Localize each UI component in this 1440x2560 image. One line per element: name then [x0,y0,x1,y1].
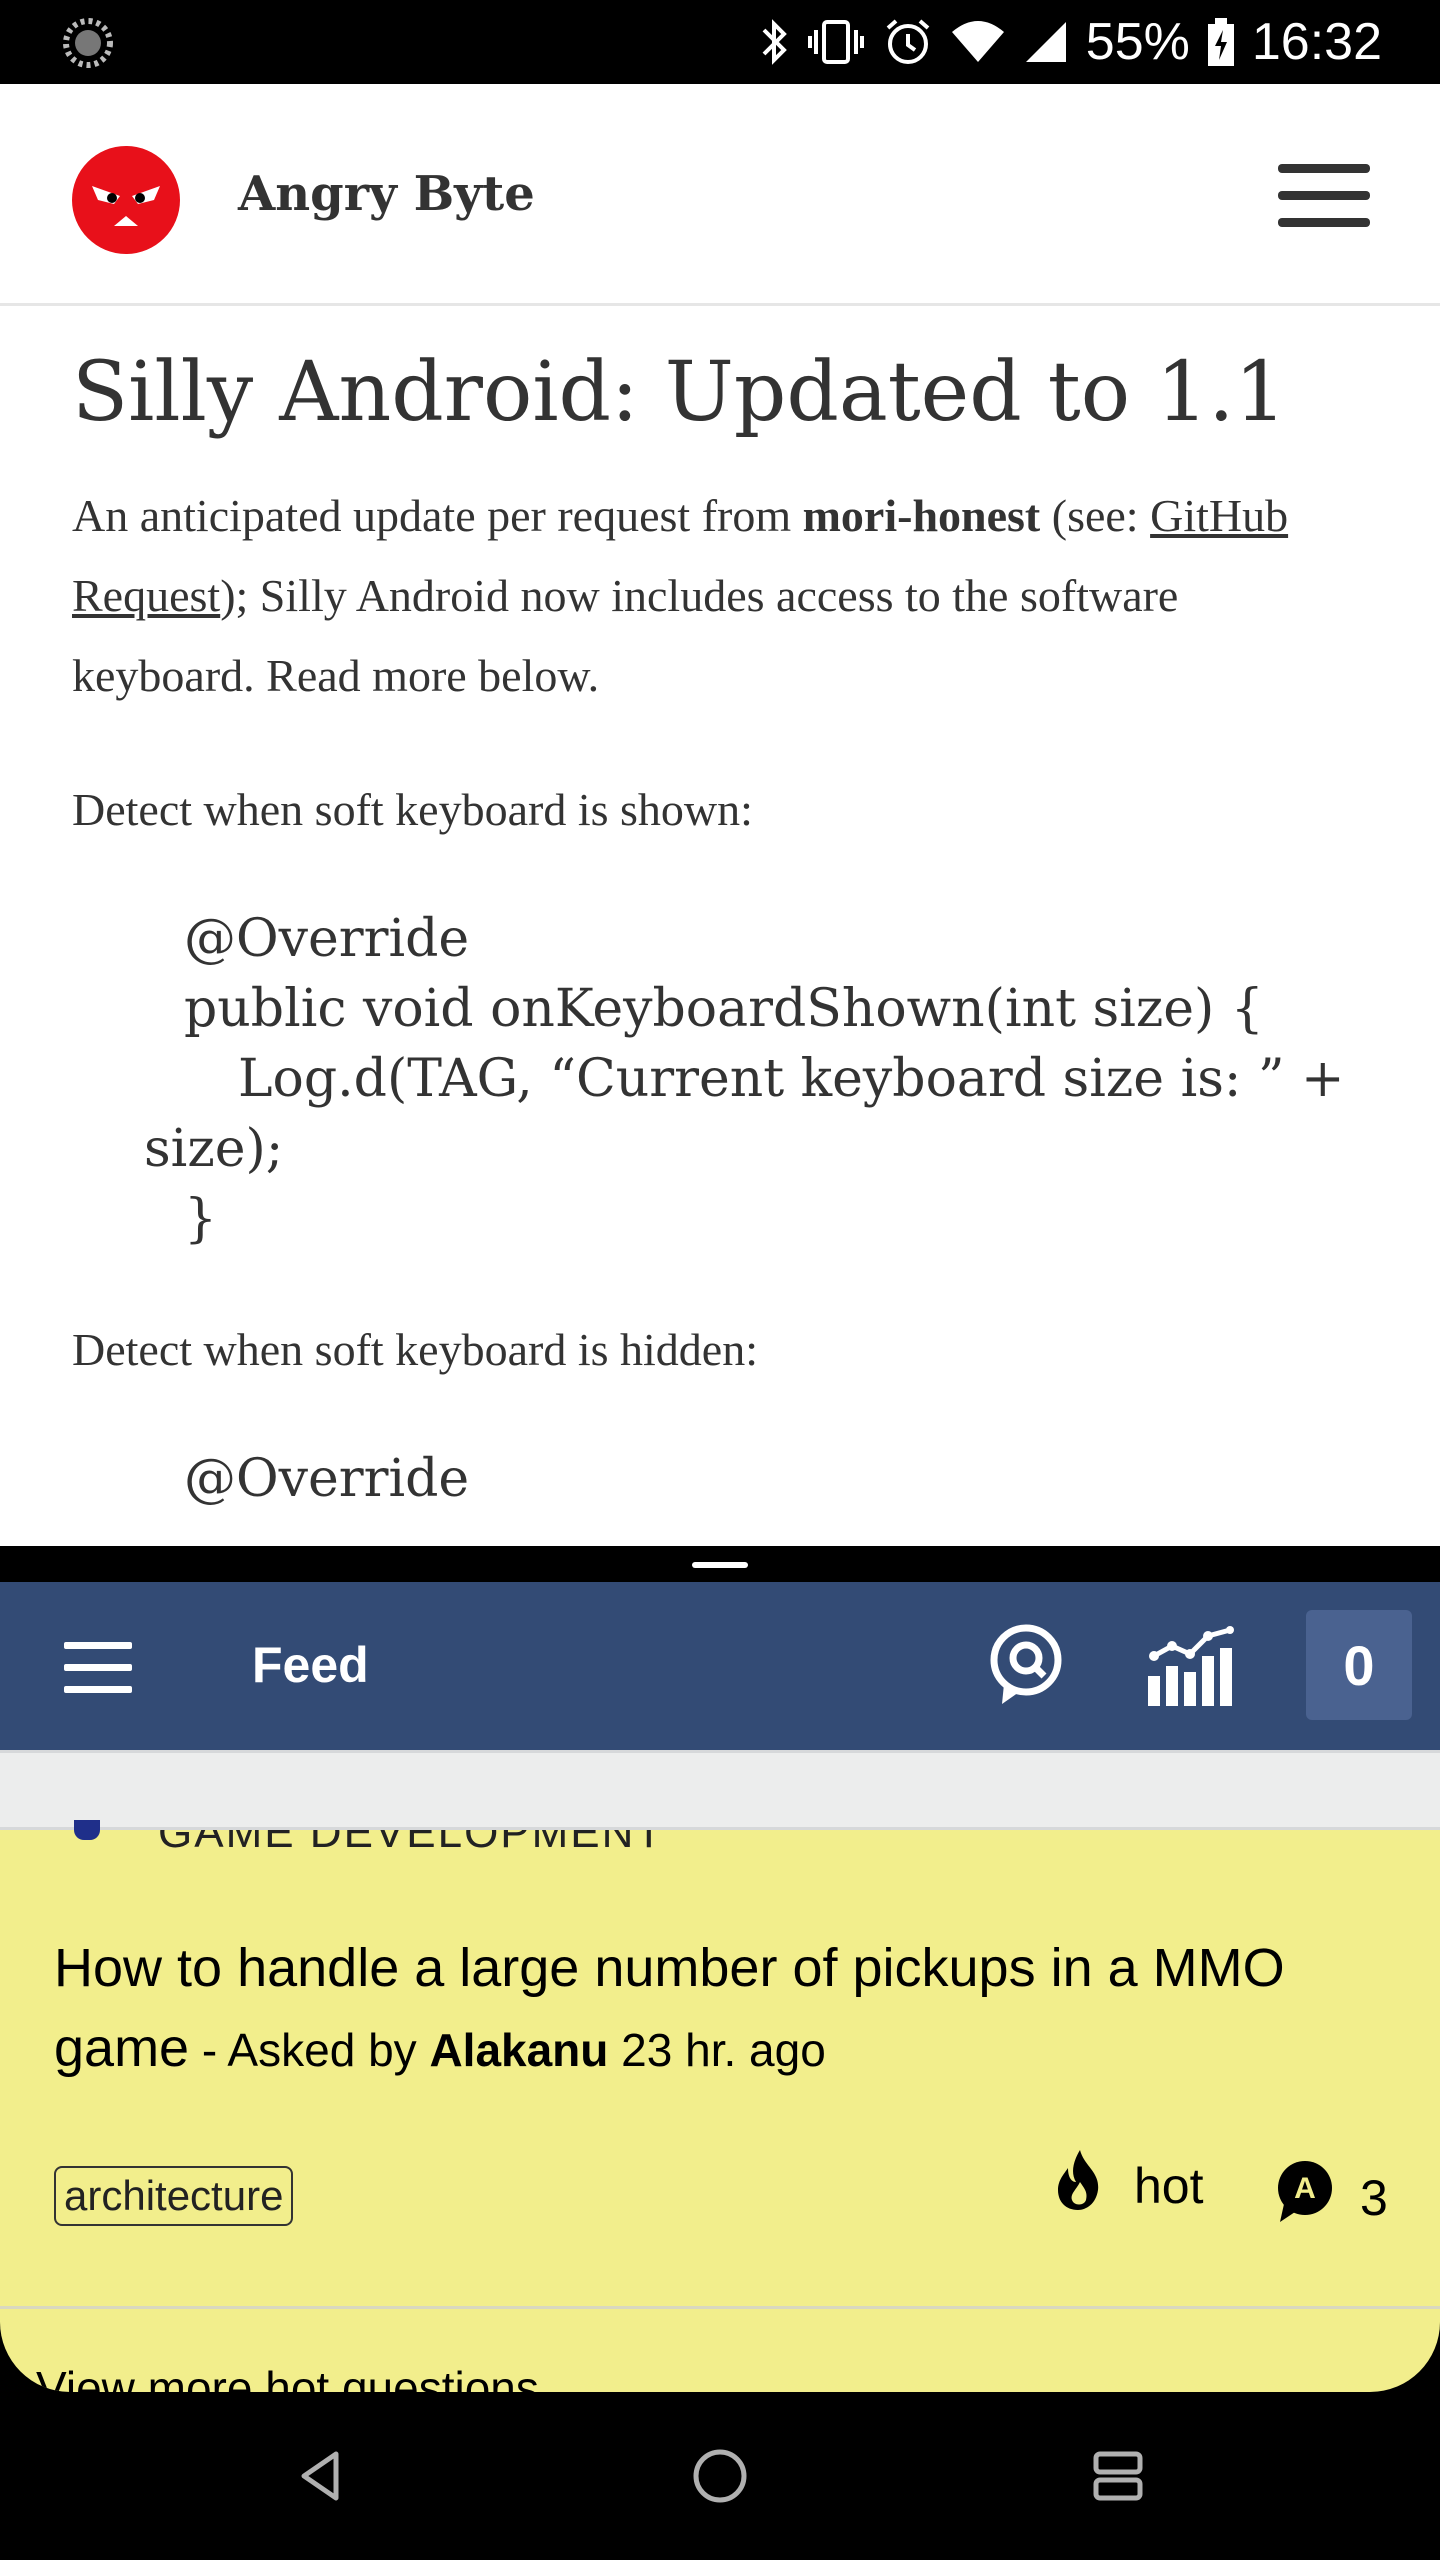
hidden-heading: Detect when soft keyboard is hidden: [72,1324,758,1376]
code-line: @Override [184,1449,470,1510]
menu-line-icon [1278,218,1370,227]
code-line: public void onKeyboardShown(int size) { [184,979,1264,1040]
status-bar: 55% 16:32 [0,0,1440,84]
intro-paragraph: An anticipated update per request from m… [72,476,1368,716]
site-title[interactable]: Angry Byte [238,166,535,222]
hot-indicator: hot [1054,2148,1204,2224]
code-block-shown: @Override public void onKeyboardShown(in… [72,904,1368,1254]
vibrate-icon [806,16,866,68]
answers-icon: A [1276,2160,1334,2236]
recents-icon[interactable] [1088,2446,1148,2506]
intro-text: (see: [1040,490,1151,542]
answers-value: 3 [1360,2170,1388,2226]
back-icon[interactable] [292,2446,352,2506]
browser-window[interactable]: Angry Byte Silly Android: Updated to 1.1… [0,84,1440,1546]
feed-toolbar: Feed 0 [0,1582,1440,1750]
feed-app-window[interactable]: Feed 0 GAME DEVELOPMENT How to handle a … [0,1582,1440,2392]
battery-charging-icon [1206,16,1236,68]
wifi-icon [950,16,1006,68]
hot-label: hot [1134,2158,1204,2214]
article-body: Silly Android: Updated to 1.1 An anticip… [0,345,1440,1514]
code-block-hidden: @Override [72,1444,1368,1514]
feed-filter-band [0,1750,1440,1830]
search-questions-icon[interactable] [986,1622,1066,1710]
requester-name: mori-honest [802,490,1041,542]
site-menu-button[interactable] [1278,164,1370,228]
home-icon[interactable] [690,2446,750,2506]
question-footer: architecture hot A 3 [54,2146,1388,2306]
code-line: @Override [184,909,470,970]
menu-line-icon [1278,164,1370,173]
view-more-hot-questions-link[interactable]: View more hot questions [0,2309,1440,2392]
svg-text:A: A [1294,2172,1316,2205]
notification-count-badge[interactable]: 0 [1306,1610,1412,1720]
question-time: 23 hr. ago [608,2024,826,2076]
question-card[interactable]: How to handle a large number of pickups … [0,1830,1440,2306]
alarm-icon [882,16,934,68]
menu-line-icon [1278,191,1370,200]
navigation-bar [0,2392,1440,2560]
menu-icon[interactable] [64,1642,132,1693]
signal-icon [1022,16,1070,68]
site-header: Angry Byte [0,84,1440,306]
post-title: Silly Android: Updated to 1.1 [72,345,1287,440]
shown-heading: Detect when soft keyboard is shown: [72,784,753,836]
bluetooth-icon [758,16,790,68]
battery-percent: 55% [1085,13,1190,71]
intro-text: An anticipated update per request from [72,490,803,542]
code-line: } [184,1189,218,1250]
question-title-line[interactable]: How to handle a large number of pickups … [54,1928,1386,2090]
angry-face-logo-icon[interactable] [70,144,182,256]
question-tag[interactable]: architecture [54,2166,294,2226]
divider-handle-icon[interactable] [692,1562,748,1568]
feed-title: Feed [252,1637,369,1693]
stats-chart-icon[interactable] [1146,1626,1242,1708]
flame-icon [1054,2148,1104,2224]
split-screen-divider[interactable] [0,1546,1440,1582]
site-badge-icon [74,1820,100,1840]
clock: 16:32 [1251,13,1382,71]
code-line: size); [144,1119,284,1180]
loading-icon [62,17,114,69]
question-author[interactable]: Alakanu [429,2024,608,2076]
question-asked-prefix: - Asked by [189,2024,430,2076]
code-line: Log.d(TAG, “Current keyboard size is: ” … [238,1049,1345,1110]
answer-count: A 3 [1276,2160,1388,2236]
intro-text: ); Silly Android now includes access to … [72,570,1179,702]
